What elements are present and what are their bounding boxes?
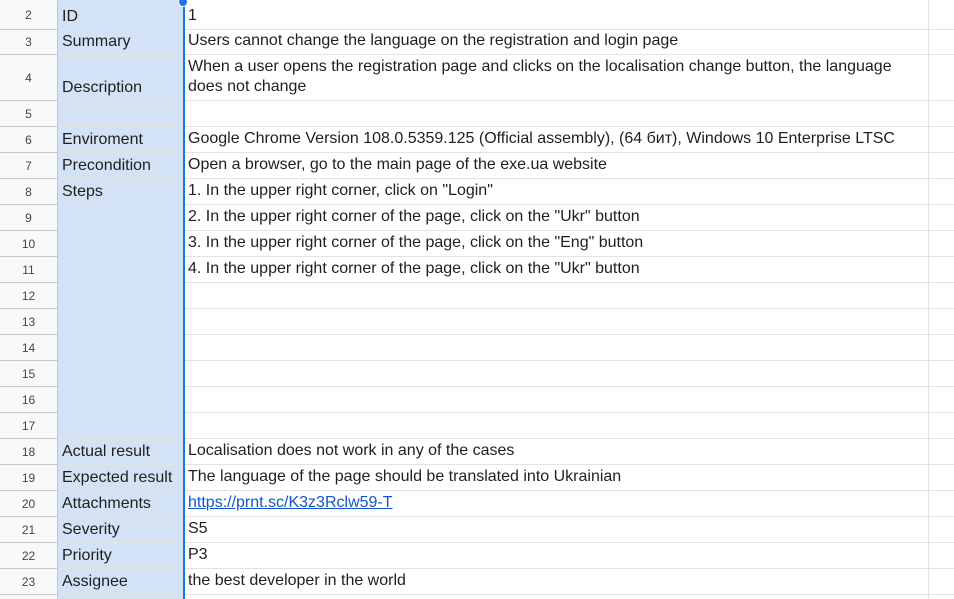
table-row: 14 bbox=[0, 335, 954, 361]
table-row: 23 Assignee the best developer in the wo… bbox=[0, 569, 954, 595]
field-value-precondition[interactable]: Open a browser, go to the main page of t… bbox=[188, 155, 926, 175]
row-number[interactable]: 16 bbox=[0, 387, 57, 413]
table-row: 3 Summary Users cannot change the langua… bbox=[0, 30, 954, 55]
row-number[interactable]: 14 bbox=[0, 335, 57, 361]
table-row: 12 bbox=[0, 283, 954, 309]
table-row: 19 Expected result The language of the p… bbox=[0, 465, 954, 491]
field-value-severity[interactable]: S5 bbox=[188, 519, 926, 539]
row-number[interactable]: 3 bbox=[0, 30, 57, 55]
field-value-id[interactable]: 1 bbox=[188, 6, 926, 26]
table-row: 11 4. In the upper right corner of the p… bbox=[0, 257, 954, 283]
field-value-description[interactable]: When a user opens the registration page … bbox=[188, 57, 926, 97]
table-row: 18 Actual result Localisation does not w… bbox=[0, 439, 954, 465]
row-number[interactable]: 15 bbox=[0, 361, 57, 387]
table-row: 22 Priority P3 bbox=[0, 543, 954, 569]
field-value-environment[interactable]: Google Chrome Version 108.0.5359.125 (Of… bbox=[188, 129, 926, 149]
field-label-description[interactable]: Description bbox=[62, 79, 182, 97]
table-row: 15 bbox=[0, 361, 954, 387]
row-number[interactable]: 20 bbox=[0, 491, 57, 517]
row-number[interactable]: 22 bbox=[0, 543, 57, 569]
field-label-summary[interactable]: Summary bbox=[62, 33, 182, 51]
table-row: 21 Severity S5 bbox=[0, 517, 954, 543]
row-number[interactable]: 11 bbox=[0, 257, 57, 283]
field-label-steps[interactable]: Steps bbox=[62, 183, 182, 201]
selection-border bbox=[183, 0, 185, 599]
row-number[interactable]: 7 bbox=[0, 153, 57, 179]
table-row: 8 Steps 1. In the upper right corner, cl… bbox=[0, 179, 954, 205]
table-row: 16 bbox=[0, 387, 954, 413]
field-label-severity[interactable]: Severity bbox=[62, 521, 182, 539]
row-number[interactable]: 12 bbox=[0, 283, 57, 309]
table-row: 7 Precondition Open a browser, go to the… bbox=[0, 153, 954, 179]
field-label-expected-result[interactable]: Expected result bbox=[62, 469, 182, 487]
row-number[interactable]: 10 bbox=[0, 231, 57, 257]
row-number[interactable]: 6 bbox=[0, 127, 57, 153]
field-value-attachments[interactable]: https://prnt.sc/K3z3Rclw59-T bbox=[188, 493, 926, 513]
field-value-assignee[interactable]: the best developer in the world bbox=[188, 571, 926, 591]
table-row: 5 bbox=[0, 101, 954, 127]
row-number[interactable]: 17 bbox=[0, 413, 57, 439]
field-label-priority[interactable]: Priority bbox=[62, 547, 182, 565]
field-value-step-1[interactable]: 1. In the upper right corner, click on "… bbox=[188, 181, 926, 201]
row-number[interactable]: 4 bbox=[0, 55, 57, 101]
table-row: 13 bbox=[0, 309, 954, 335]
row-number[interactable]: 13 bbox=[0, 309, 57, 335]
field-value-step-2[interactable]: 2. In the upper right corner of the page… bbox=[188, 207, 926, 227]
row-number[interactable]: 9 bbox=[0, 205, 57, 231]
field-label-precondition[interactable]: Precondition bbox=[62, 157, 182, 175]
field-label-attachments[interactable]: Attachments bbox=[62, 495, 182, 513]
spreadsheet-grid: 2 ID 1 3 Summary Users cannot change the… bbox=[0, 0, 954, 599]
field-value-step-4[interactable]: 4. In the upper right corner of the page… bbox=[188, 259, 926, 279]
field-value-expected-result[interactable]: The language of the page should be trans… bbox=[188, 467, 926, 487]
row-number[interactable]: 21 bbox=[0, 517, 57, 543]
row-number[interactable]: 18 bbox=[0, 439, 57, 465]
row-number[interactable]: 5 bbox=[0, 101, 57, 127]
field-value-priority[interactable]: P3 bbox=[188, 545, 926, 565]
table-row: 2 ID 1 bbox=[0, 0, 954, 30]
field-value-actual-result[interactable]: Localisation does not work in any of the… bbox=[188, 441, 926, 461]
row-number[interactable]: 2 bbox=[0, 0, 57, 30]
field-label-actual-result[interactable]: Actual result bbox=[62, 443, 182, 461]
field-label-id[interactable]: ID bbox=[62, 8, 182, 26]
attachment-link[interactable]: https://prnt.sc/K3z3Rclw59-T bbox=[188, 494, 393, 511]
table-row: 4 Description When a user opens the regi… bbox=[0, 55, 954, 101]
field-label-assignee[interactable]: Assignee bbox=[62, 573, 182, 591]
row-number[interactable]: 8 bbox=[0, 179, 57, 205]
row-number[interactable]: 23 bbox=[0, 569, 57, 595]
table-row: 9 2. In the upper right corner of the pa… bbox=[0, 205, 954, 231]
row-number[interactable]: 19 bbox=[0, 465, 57, 491]
field-value-step-3[interactable]: 3. In the upper right corner of the page… bbox=[188, 233, 926, 253]
table-row: 10 3. In the upper right corner of the p… bbox=[0, 231, 954, 257]
table-row: 20 Attachments https://prnt.sc/K3z3Rclw5… bbox=[0, 491, 954, 517]
table-row: 6 Enviroment Google Chrome Version 108.0… bbox=[0, 127, 954, 153]
field-value-summary[interactable]: Users cannot change the language on the … bbox=[188, 31, 926, 51]
field-label-environment[interactable]: Enviroment bbox=[62, 131, 182, 149]
table-row: 17 bbox=[0, 413, 954, 439]
